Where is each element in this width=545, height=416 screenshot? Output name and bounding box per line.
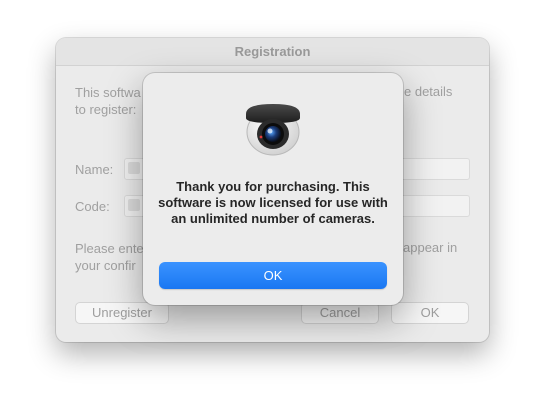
screen: Registration This softwa to register: e … bbox=[0, 0, 545, 416]
code-label: Code: bbox=[75, 199, 110, 214]
unregister-button[interactable]: Unregister bbox=[75, 302, 169, 324]
confirmation-note-line1: Please ente bbox=[75, 241, 144, 256]
intro-text-line1: This softwa bbox=[75, 85, 141, 100]
alert-message: Thank you for purchasing. This software … bbox=[158, 179, 388, 226]
name-label: Name: bbox=[75, 162, 114, 177]
alert-ok-button[interactable]: OK bbox=[159, 262, 387, 289]
registration-ok-button[interactable]: OK bbox=[391, 302, 469, 324]
intro-text-right: e details bbox=[404, 84, 453, 99]
window-title: Registration bbox=[56, 38, 489, 66]
intro-text: This softwa to register: bbox=[75, 84, 141, 118]
confirmation-note: Please ente your confir bbox=[75, 240, 144, 274]
field-icon bbox=[128, 199, 140, 211]
security-camera-icon bbox=[246, 104, 300, 156]
cancel-button[interactable]: Cancel bbox=[301, 302, 379, 324]
intro-text-line2: to register: bbox=[75, 102, 137, 117]
alert-dialog: Thank you for purchasing. This software … bbox=[143, 73, 403, 305]
confirmation-note-line2: your confir bbox=[75, 258, 136, 273]
field-icon bbox=[128, 162, 140, 174]
confirmation-note-right: appear in bbox=[403, 240, 458, 255]
